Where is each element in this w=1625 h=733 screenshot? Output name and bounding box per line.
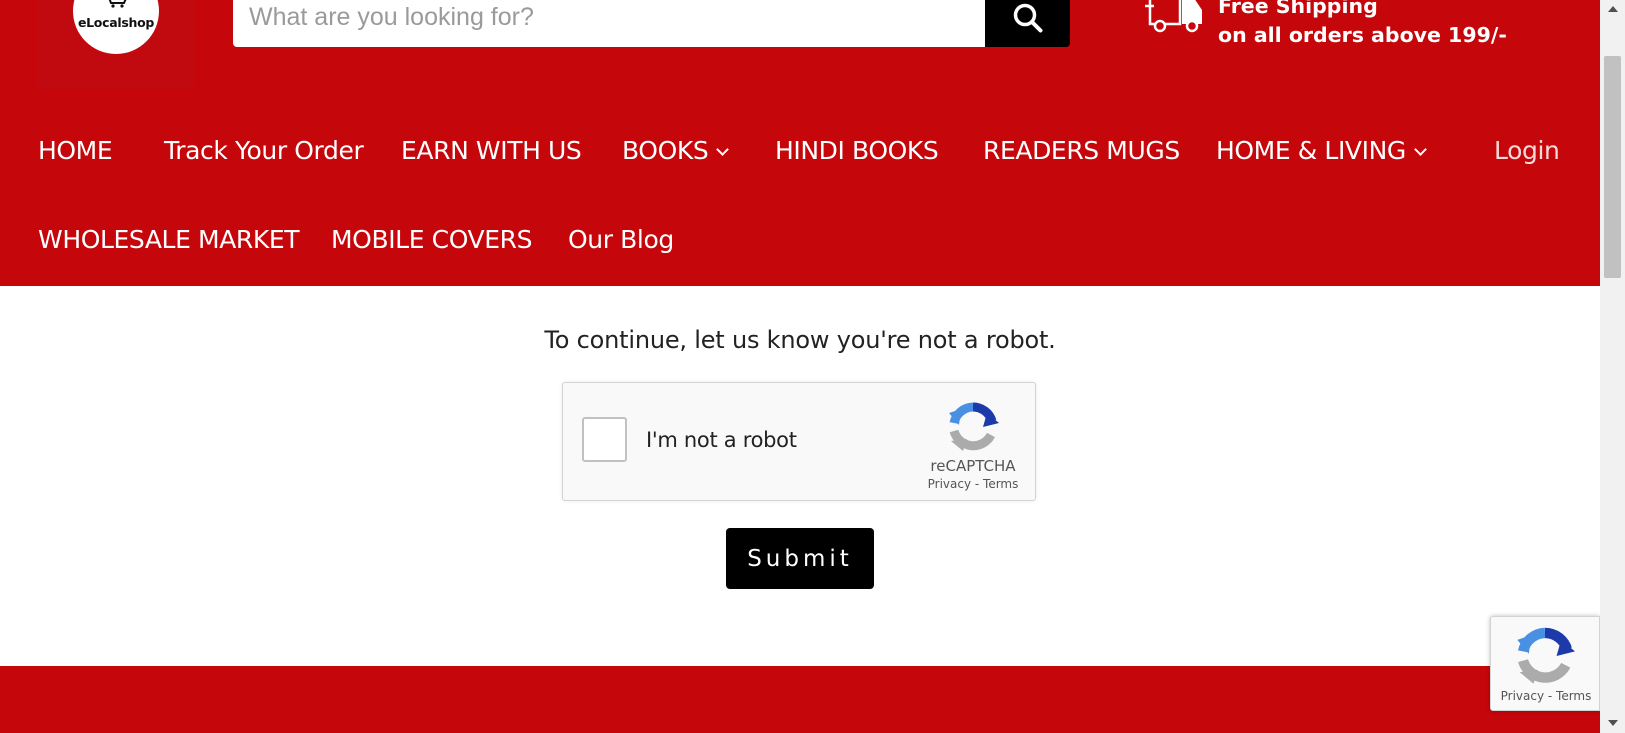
search-icon bbox=[1013, 3, 1042, 32]
badge-terms-link[interactable]: Terms bbox=[1556, 689, 1591, 703]
recaptcha-label: I'm not a robot bbox=[646, 428, 797, 452]
link-separator: - bbox=[971, 477, 984, 491]
nav-item-home[interactable]: HOME bbox=[38, 131, 113, 171]
recaptcha-privacy-link[interactable]: Privacy bbox=[928, 477, 971, 491]
scroll-up-arrow-icon[interactable] bbox=[1600, 2, 1625, 16]
site-footer bbox=[0, 666, 1600, 733]
login-link[interactable]: Login bbox=[1494, 131, 1560, 171]
submit-button[interactable]: Submit bbox=[726, 528, 874, 589]
main-nav-row-1: HOME Track Your Order EARN WITH US BOOKS… bbox=[0, 131, 1600, 171]
nav-item-wholesale-market[interactable]: WHOLESALE MARKET bbox=[38, 220, 300, 260]
captcha-instruction: To continue, let us know you're not a ro… bbox=[544, 326, 1056, 354]
nav-item-home-living[interactable]: HOME & LIVING bbox=[1216, 131, 1427, 171]
nav-item-earn-with-us[interactable]: EARN WITH US bbox=[401, 131, 582, 171]
delivery-truck-icon bbox=[1145, 0, 1202, 33]
link-separator: - bbox=[1544, 689, 1557, 703]
chevron-down-icon bbox=[716, 143, 730, 156]
badge-privacy-link[interactable]: Privacy bbox=[1501, 689, 1544, 703]
shipping-subtitle: on all orders above 199/- bbox=[1218, 23, 1507, 47]
logo[interactable]: eLocalshop bbox=[38, 0, 194, 89]
nav-item-our-blog[interactable]: Our Blog bbox=[568, 220, 674, 260]
logo-text: eLocalshop bbox=[77, 15, 155, 30]
recaptcha-widget: I'm not a robot reCAPTCHA Privacy - Term… bbox=[562, 382, 1036, 501]
nav-item-mobile-covers[interactable]: MOBILE COVERS bbox=[331, 220, 532, 260]
site-header: eLocalshop Free Shipping on all orders a… bbox=[0, 0, 1600, 286]
shipping-title: Free Shipping bbox=[1218, 0, 1378, 18]
chevron-down-icon bbox=[1414, 143, 1427, 156]
scrollbar-thumb[interactable] bbox=[1604, 56, 1621, 278]
nav-item-track-order[interactable]: Track Your Order bbox=[164, 131, 364, 171]
recaptcha-links: Privacy - Terms bbox=[913, 477, 1033, 491]
recaptcha-badge-links: Privacy - Terms bbox=[1491, 689, 1601, 703]
page-scrollbar[interactable] bbox=[1600, 0, 1625, 733]
search-button[interactable] bbox=[985, 0, 1070, 47]
nav-item-books[interactable]: BOOKS bbox=[622, 131, 730, 171]
recaptcha-logo-icon bbox=[949, 402, 999, 451]
main-nav-row-2: WHOLESALE MARKET MOBILE COVERS Our Blog bbox=[0, 220, 1600, 260]
shipping-banner: Free Shipping on all orders above 199/- bbox=[1218, 0, 1507, 50]
search-input[interactable] bbox=[233, 0, 985, 47]
recaptcha-brand: reCAPTCHA bbox=[930, 457, 1016, 475]
recaptcha-badge[interactable]: Privacy - Terms bbox=[1490, 616, 1600, 711]
cart-icon bbox=[108, 0, 127, 8]
nav-item-readers-mugs[interactable]: READERS MUGS bbox=[983, 131, 1180, 171]
scroll-down-arrow-icon[interactable] bbox=[1600, 716, 1625, 730]
recaptcha-terms-link[interactable]: Terms bbox=[983, 477, 1018, 491]
recaptcha-logo-icon bbox=[1517, 627, 1575, 684]
nav-item-hindi-books[interactable]: HINDI BOOKS bbox=[775, 131, 939, 171]
recaptcha-checkbox[interactable] bbox=[582, 417, 627, 462]
logo-badge: eLocalshop bbox=[73, 0, 159, 54]
